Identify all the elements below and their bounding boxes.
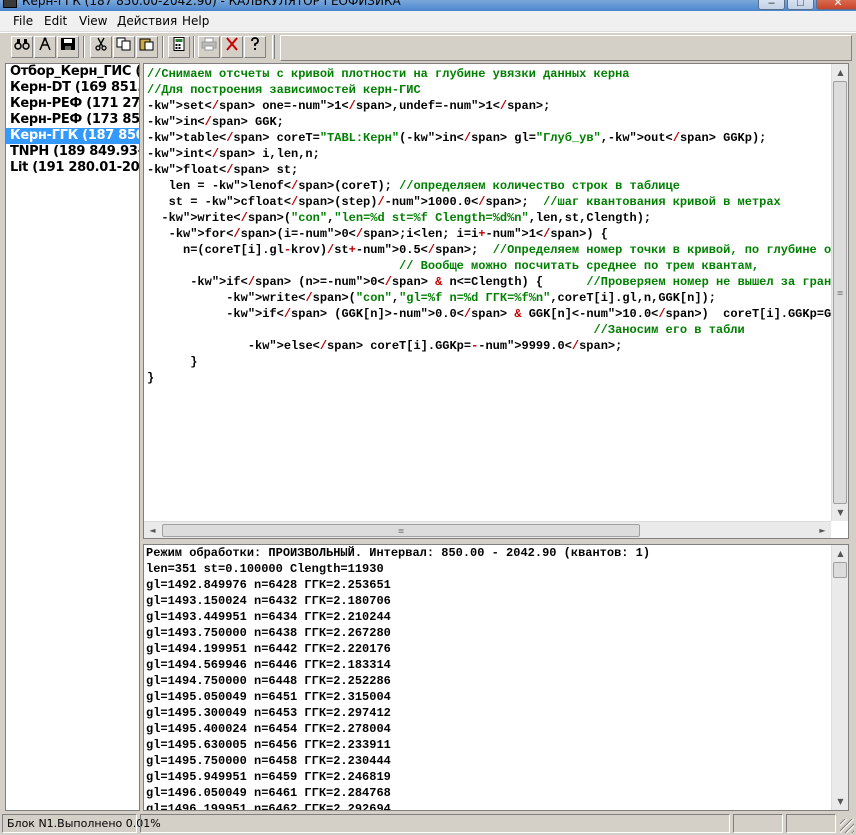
output-line: gl=1495.750000 n=6458 ГГК=2.230444	[146, 754, 391, 768]
output-line: gl=1496.050049 n=6461 ГГК=2.284768	[146, 786, 391, 800]
main-window: Керн-ГГК (187 850.00-2042.90) - КАЛЬКУЛЯ…	[0, 0, 856, 835]
code-line: -kw">int</span> i,len,n;	[147, 147, 320, 161]
code-line: -kw">set</span> one=-num">1</span>,undef…	[147, 99, 551, 113]
code-line: n=(coreT[i].gl-krov)/st+-num">0.5</span>…	[147, 243, 831, 257]
scroll-up-icon[interactable]: ▲	[832, 64, 848, 81]
code-text[interactable]: //Снимаем отсчеты с кривой плотности на …	[147, 66, 831, 522]
list-item[interactable]: Lit (191 280.01-2042	[6, 160, 139, 176]
toolbar	[0, 32, 856, 62]
scroll-thumb-horizontal[interactable]: ≡	[162, 524, 640, 537]
code-line: }	[147, 371, 155, 385]
editor-horizontal-scrollbar[interactable]: ◄ ≡ ►	[144, 521, 831, 538]
print-icon[interactable]	[198, 36, 220, 58]
output-line: gl=1492.849976 n=6428 ГГК=2.253651	[146, 578, 391, 592]
code-line: //Снимаем отсчеты с кривой плотности на …	[147, 67, 630, 81]
code-editor[interactable]: //Снимаем отсчеты с кривой плотности на …	[143, 63, 849, 539]
menu-help[interactable]: Help	[182, 14, 209, 28]
list-item[interactable]: TNPH (189 849.93-2	[6, 144, 139, 160]
paste-icon[interactable]	[136, 36, 158, 58]
code-line: // Вообще можно посчитать среднее по тре…	[399, 259, 760, 273]
code-line: -kw">in</span> GGK;	[147, 115, 284, 129]
title-bar[interactable]: Керн-ГГК (187 850.00-2042.90) - КАЛЬКУЛЯ…	[0, 0, 856, 11]
output-line: gl=1495.050049 n=6451 ГГК=2.315004	[146, 690, 391, 704]
curve-list[interactable]: Отбор_Керн_ГИС (9 Керн-DT (169 851.9 Кер…	[5, 63, 140, 811]
help-icon[interactable]	[244, 36, 266, 58]
close-button[interactable]: ✕	[816, 0, 856, 10]
output-line: gl=1495.300049 n=6453 ГГК=2.297412	[146, 706, 391, 720]
scroll-up-icon[interactable]: ▲	[832, 545, 848, 562]
stop-icon[interactable]	[221, 36, 243, 58]
list-item[interactable]: Керн-РЕФ (173 850	[6, 112, 139, 128]
minimize-button[interactable]: –	[758, 0, 785, 10]
scroll-down-icon[interactable]: ▼	[832, 793, 848, 810]
output-line: len=351 st=0.100000 Clength=11930	[146, 562, 384, 576]
compass-icon[interactable]	[34, 36, 56, 58]
scroll-left-icon[interactable]: ◄	[144, 522, 161, 538]
scroll-thumb[interactable]	[833, 562, 847, 578]
calculator-icon[interactable]	[168, 36, 190, 58]
code-line: -kw">else</span> coreT[i].GGKp=--num">99…	[247, 339, 623, 353]
status-bar: Блок N1.Выполнено 0.01%	[0, 812, 856, 835]
code-line: -kw">float</span> st;	[147, 163, 299, 177]
resize-grip-icon[interactable]	[840, 819, 854, 833]
output-line: gl=1494.199951 n=6442 ГГК=2.220176	[146, 642, 391, 656]
output-line: gl=1494.569946 n=6446 ГГК=2.183314	[146, 658, 391, 672]
list-item-selected[interactable]: Керн-ГГК (187 850.(	[6, 128, 139, 144]
status-panel	[140, 814, 730, 833]
code-line: //Заносим его в табли	[593, 323, 745, 337]
menu-bar: File Edit View Действия Help	[0, 11, 856, 32]
output-line: gl=1493.750000 n=6438 ГГК=2.267280	[146, 626, 391, 640]
cut-icon[interactable]	[90, 36, 112, 58]
app-icon	[3, 0, 17, 8]
binoculars-icon[interactable]	[11, 36, 33, 58]
code-line: len = -kw">lenof</span>(coreT); //опреде…	[147, 179, 680, 193]
status-panel	[786, 814, 836, 833]
output-line: gl=1495.400024 n=6454 ГГК=2.278004	[146, 722, 391, 736]
output-line: gl=1494.750000 n=6448 ГГК=2.252286	[146, 674, 391, 688]
scroll-right-icon[interactable]: ►	[814, 522, 831, 538]
list-item[interactable]: Керн-РЕФ (171 271	[6, 96, 139, 112]
list-item[interactable]: Отбор_Керн_ГИС (9	[6, 64, 139, 80]
window-title: Керн-ГГК (187 850.00-2042.90) - КАЛЬКУЛЯ…	[22, 0, 401, 8]
output-text: Режим обработки: ПРОИЗВОЛЬНЫЙ. Интервал:…	[146, 545, 830, 810]
list-item[interactable]: Керн-DT (169 851.9	[6, 80, 139, 96]
scroll-down-icon[interactable]: ▼	[832, 504, 848, 521]
output-line: gl=1496.199951 n=6462 ГГК=2.292694	[146, 802, 391, 810]
code-line: -kw">write</span>("con","gl=%f n=%d ГГК=…	[226, 291, 716, 305]
scroll-thumb[interactable]: ≡	[833, 81, 847, 504]
save-icon[interactable]	[57, 36, 79, 58]
menu-view[interactable]: View	[79, 14, 107, 28]
code-line: -kw">if</span> (n>=-num">0</span> & n<=C…	[190, 275, 831, 289]
output-line: gl=1495.949951 n=6459 ГГК=2.246819	[146, 770, 391, 784]
output-line: gl=1493.150024 n=6432 ГГК=2.180706	[146, 594, 391, 608]
code-line: -kw">for</span>(i=-num">0</span>;i<len; …	[168, 227, 608, 241]
output-line: gl=1493.449951 n=6434 ГГК=2.210244	[146, 610, 391, 624]
status-panel	[733, 814, 783, 833]
code-line: -kw">if</span> (GGK[n]>-num">0.0</span> …	[226, 307, 831, 321]
maximize-button[interactable]: □	[787, 0, 814, 10]
code-line: //Для построения зависимостей керн-ГИС	[147, 83, 421, 97]
code-line: }	[147, 355, 198, 369]
output-line: Режим обработки: ПРОИЗВОЛЬНЫЙ. Интервал:…	[146, 546, 651, 560]
code-line: -kw">table</span> coreT="TABL:Керн"(-kw"…	[147, 131, 767, 145]
menu-file[interactable]: File	[13, 14, 33, 28]
status-text: Блок N1.Выполнено 0.01%	[2, 814, 161, 833]
code-line: -kw">write</span>("con","len=%d st=%f Cl…	[161, 211, 652, 225]
copy-icon[interactable]	[113, 36, 135, 58]
code-line: st = -kw">cfloat</span>(step)/-num">1000…	[147, 195, 781, 209]
menu-edit[interactable]: Edit	[44, 14, 67, 28]
menu-actions[interactable]: Действия	[117, 14, 177, 28]
output-line: gl=1495.630005 n=6456 ГГК=2.233911	[146, 738, 391, 752]
output-vertical-scrollbar[interactable]: ▲ ▼	[831, 545, 848, 810]
output-console[interactable]: Режим обработки: ПРОИЗВОЛЬНЫЙ. Интервал:…	[143, 544, 849, 811]
editor-vertical-scrollbar[interactable]: ▲ ≡ ▼	[831, 64, 848, 521]
